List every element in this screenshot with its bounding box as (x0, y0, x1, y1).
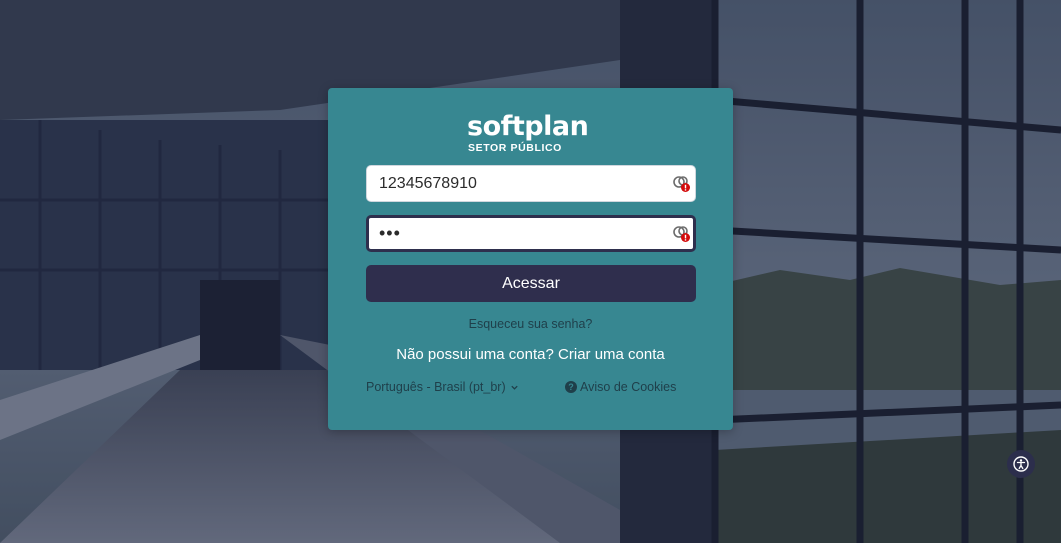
create-account-link[interactable]: Criar uma conta (558, 346, 665, 363)
logo-wordmark: softplan (467, 111, 589, 142)
username-field[interactable] (366, 165, 696, 202)
password-manager-icon[interactable] (673, 175, 691, 193)
login-button[interactable]: Acessar (366, 265, 696, 302)
login-card: softplan SETOR PÚBLICO Acessar Esqueceu … (328, 88, 733, 430)
accessibility-button[interactable] (1007, 450, 1035, 478)
language-label: Português - Brasil (pt_br) (366, 380, 506, 394)
password-input[interactable] (369, 218, 659, 249)
signup-row: Não possui uma conta? Criar uma conta (328, 346, 733, 363)
softplan-logo: softplan SETOR PÚBLICO (467, 111, 589, 155)
password-manager-icon[interactable] (673, 225, 691, 243)
chevron-down-icon (510, 385, 518, 390)
signup-prompt: Não possui uma conta? (396, 346, 554, 363)
forgot-password-link[interactable]: Esqueceu sua senha? (328, 317, 733, 331)
cookies-label: Aviso de Cookies (580, 380, 677, 394)
cookies-notice-link[interactable]: ? Aviso de Cookies (565, 380, 676, 394)
logo-subtitle: SETOR PÚBLICO (468, 142, 562, 154)
help-icon: ? (565, 381, 577, 393)
accessibility-icon (1013, 456, 1029, 472)
password-field[interactable] (366, 215, 696, 252)
language-selector[interactable]: Português - Brasil (pt_br) (366, 380, 519, 394)
username-input[interactable] (367, 166, 657, 201)
